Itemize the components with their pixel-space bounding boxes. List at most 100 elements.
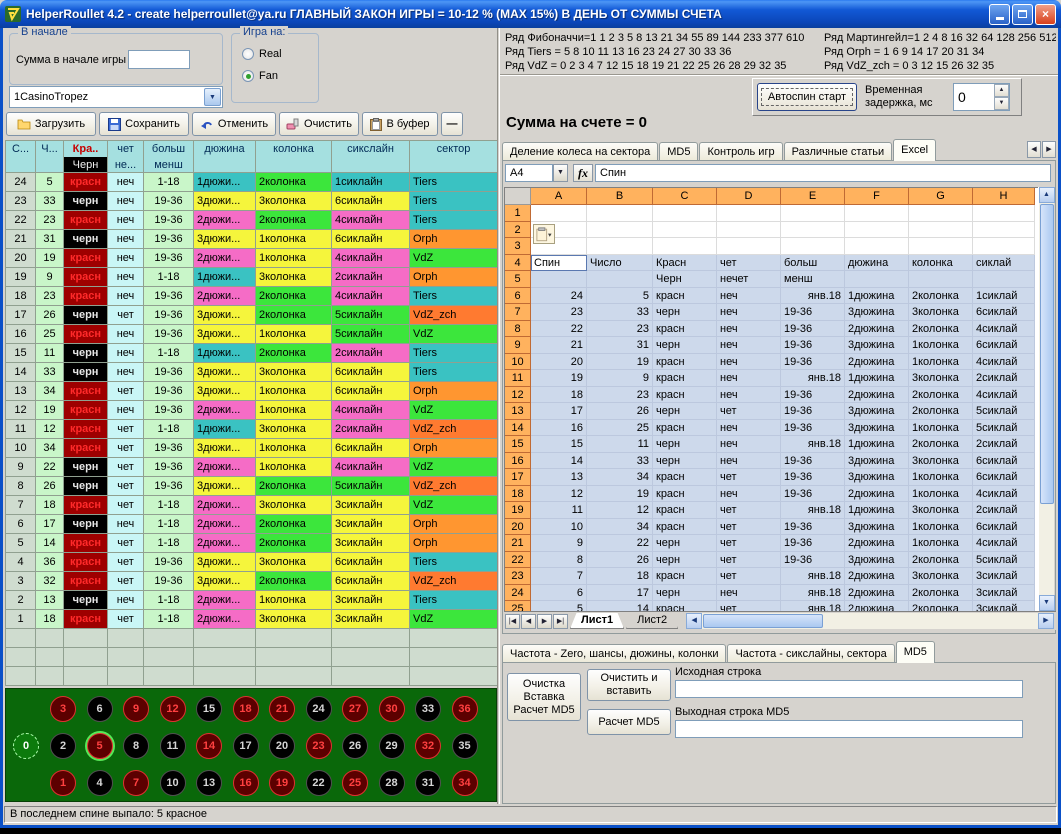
- title-bar[interactable]: HelperRoullet 4.2 - create helperroullet…: [0, 0, 1061, 28]
- excel-cell-E19[interactable]: янв.18: [781, 502, 845, 519]
- scrollbar-thumb[interactable]: [703, 614, 823, 628]
- excel-row-header-17[interactable]: 17: [505, 469, 531, 486]
- copy-to-buffer-button[interactable]: В буфер: [362, 112, 438, 136]
- excel-cell-F11[interactable]: 1дюжина: [845, 370, 909, 387]
- history-row[interactable]: 199красннеч1-181дюжи...3колонка2сиклайнO…: [6, 268, 497, 287]
- excel-cell-C15[interactable]: черн: [653, 436, 717, 453]
- excel-cell-B6[interactable]: 5: [587, 288, 653, 305]
- excel-cell-F14[interactable]: 3дюжина: [845, 420, 909, 437]
- roulette-number-17[interactable]: 17: [233, 733, 259, 759]
- excel-cell-B14[interactable]: 25: [587, 420, 653, 437]
- excel-cell-C19[interactable]: красн: [653, 502, 717, 519]
- excel-cell-D14[interactable]: неч: [717, 420, 781, 437]
- roulette-number-31[interactable]: 31: [415, 770, 441, 796]
- excel-cell-A5[interactable]: [531, 271, 587, 288]
- excel-cell-D24[interactable]: неч: [717, 585, 781, 602]
- close-button[interactable]: ×: [1035, 4, 1056, 25]
- history-row[interactable]: 245красннеч1-181дюжи...2колонка1сиклайнT…: [6, 173, 497, 192]
- roulette-number-26[interactable]: 26: [342, 733, 368, 759]
- excel-cell-H22[interactable]: 5сиклай: [973, 552, 1035, 569]
- excel-cell-G11[interactable]: 3колонка: [909, 370, 973, 387]
- excel-column-header-C[interactable]: C: [653, 188, 717, 205]
- roulette-number-18[interactable]: 18: [233, 696, 259, 722]
- excel-cell-F12[interactable]: 2дюжина: [845, 387, 909, 404]
- history-row[interactable]: 1219красннеч19-362дюжи...1колонка4сиклай…: [6, 401, 497, 420]
- excel-cell-G22[interactable]: 2колонка: [909, 552, 973, 569]
- clear-button[interactable]: Очистить: [279, 112, 359, 136]
- history-row[interactable]: 213черннеч1-182дюжи...1колонка3сиклайнTi…: [6, 591, 497, 610]
- sheet-first-icon[interactable]: |◀: [505, 614, 520, 629]
- excel-row-header-8[interactable]: 8: [505, 321, 531, 338]
- scroll-up-icon[interactable]: ▲: [1039, 187, 1055, 203]
- scroll-left-icon[interactable]: ◀: [686, 613, 702, 629]
- excel-cell-D17[interactable]: чет: [717, 469, 781, 486]
- excel-cell-C20[interactable]: красн: [653, 519, 717, 536]
- excel-cell-F21[interactable]: 2дюжина: [845, 535, 909, 552]
- excel-cell-A12[interactable]: 18: [531, 387, 587, 404]
- sheet-tab-list1[interactable]: Лист1: [570, 613, 624, 629]
- load-button[interactable]: Загрузить: [6, 112, 96, 136]
- excel-row-header-20[interactable]: 20: [505, 519, 531, 536]
- excel-cell-E12[interactable]: 19-36: [781, 387, 845, 404]
- excel-cell-E21[interactable]: 19-36: [781, 535, 845, 552]
- roulette-number-19[interactable]: 19: [269, 770, 295, 796]
- excel-cell-E11[interactable]: янв.18: [781, 370, 845, 387]
- excel-cell-B11[interactable]: 9: [587, 370, 653, 387]
- excel-cell-D25[interactable]: чет: [717, 601, 781, 611]
- excel-cell-C14[interactable]: красн: [653, 420, 717, 437]
- excel-cell-C9[interactable]: черн: [653, 337, 717, 354]
- excel-cell-A14[interactable]: 16: [531, 420, 587, 437]
- excel-cell-E18[interactable]: 19-36: [781, 486, 845, 503]
- excel-column-header-A[interactable]: A: [531, 188, 587, 205]
- history-row[interactable]: 2333черннеч19-363дюжи...3колонка6сиклайн…: [6, 192, 497, 211]
- excel-cell-E5[interactable]: менш: [781, 271, 845, 288]
- excel-cell-D15[interactable]: неч: [717, 436, 781, 453]
- history-row[interactable]: 1726чернчет19-363дюжи...2колонка5сиклайн…: [6, 306, 497, 325]
- excel-cell-B23[interactable]: 18: [587, 568, 653, 585]
- excel-cell-C10[interactable]: красн: [653, 354, 717, 371]
- excel-cell-G15[interactable]: 2колонка: [909, 436, 973, 453]
- excel-cell-B5[interactable]: [587, 271, 653, 288]
- excel-cell-F18[interactable]: 2дюжина: [845, 486, 909, 503]
- excel-column-header-E[interactable]: E: [781, 188, 845, 205]
- roulette-number-25[interactable]: 25: [342, 770, 368, 796]
- excel-cell-B16[interactable]: 33: [587, 453, 653, 470]
- excel-cell-D3[interactable]: [717, 238, 781, 255]
- history-row[interactable]: 1625красннеч19-363дюжи...1колонка5сиклай…: [6, 325, 497, 344]
- history-row[interactable]: 436краснчет19-363дюжи...3колонка6сиклайн…: [6, 553, 497, 572]
- excel-cell-E23[interactable]: янв.18: [781, 568, 845, 585]
- excel-cell-H21[interactable]: 4сиклай: [973, 535, 1035, 552]
- history-row[interactable]: 118краснчет1-182дюжи...3колонка3сиклайнV…: [6, 610, 497, 629]
- roulette-number-24[interactable]: 24: [306, 696, 332, 722]
- excel-column-header-G[interactable]: G: [909, 188, 973, 205]
- excel-cell-D4[interactable]: чет: [717, 255, 781, 272]
- excel-cell-G21[interactable]: 1колонка: [909, 535, 973, 552]
- excel-cell-E16[interactable]: 19-36: [781, 453, 845, 470]
- roulette-number-13[interactable]: 13: [196, 770, 222, 796]
- excel-row-header-24[interactable]: 24: [505, 585, 531, 602]
- excel-cell-B12[interactable]: 23: [587, 387, 653, 404]
- excel-cell-F22[interactable]: 3дюжина: [845, 552, 909, 569]
- collapse-button[interactable]: —: [441, 112, 463, 136]
- start-sum-input[interactable]: [128, 50, 190, 69]
- roulette-number-2[interactable]: 2: [50, 733, 76, 759]
- excel-cell-G23[interactable]: 3колонка: [909, 568, 973, 585]
- delay-value-input[interactable]: [954, 84, 994, 109]
- history-row[interactable]: 2131черннеч19-363дюжи...1колонка6сиклайн…: [6, 230, 497, 249]
- excel-row-header-7[interactable]: 7: [505, 304, 531, 321]
- excel-cell-H8[interactable]: 4сиклай: [973, 321, 1035, 338]
- excel-row-header-3[interactable]: 3: [505, 238, 531, 255]
- history-row[interactable]: 718краснчет1-182дюжи...3колонка3сиклайнV…: [6, 496, 497, 515]
- excel-cell-G18[interactable]: 1колонка: [909, 486, 973, 503]
- roulette-number-14[interactable]: 14: [196, 733, 222, 759]
- excel-cell-C11[interactable]: красн: [653, 370, 717, 387]
- roulette-number-35[interactable]: 35: [452, 733, 478, 759]
- excel-cell-B7[interactable]: 33: [587, 304, 653, 321]
- excel-cell-A19[interactable]: 11: [531, 502, 587, 519]
- insert-function-icon[interactable]: fx: [573, 164, 593, 182]
- excel-row-header-5[interactable]: 5: [505, 271, 531, 288]
- excel-cell-D1[interactable]: [717, 205, 781, 222]
- excel-cell-D5[interactable]: нечет: [717, 271, 781, 288]
- excel-cell-H2[interactable]: [973, 222, 1035, 239]
- excel-cell-G5[interactable]: [909, 271, 973, 288]
